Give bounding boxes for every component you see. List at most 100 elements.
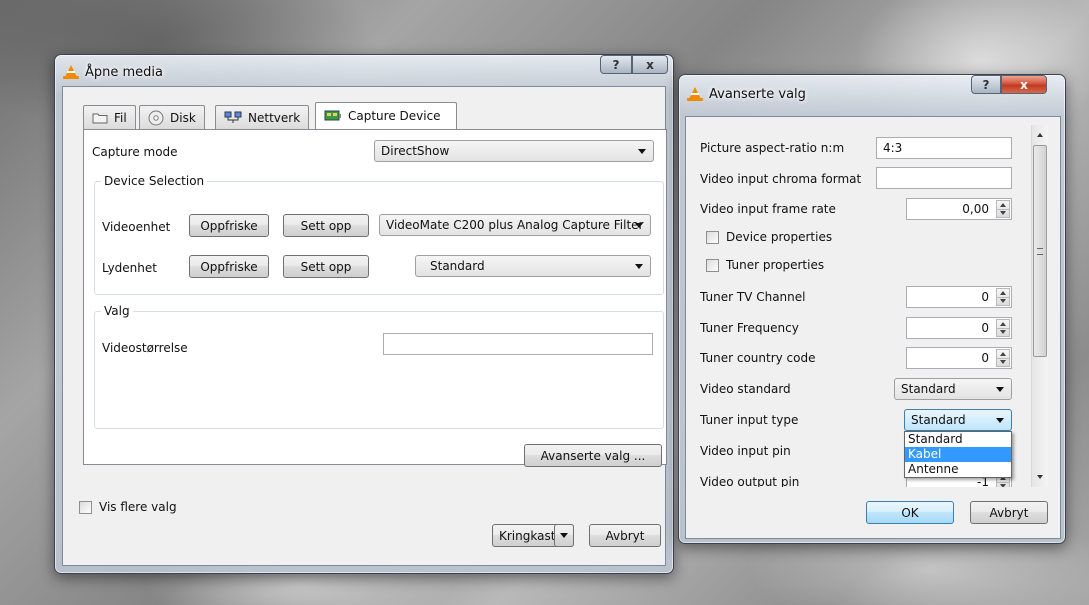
- open-media-window: Åpne media ? x Fil Disk Nettverk Capture…: [54, 54, 674, 574]
- tuner-input-type-options: Standard Kabel Antenne: [904, 431, 1012, 478]
- tv-channel-spinbox[interactable]: 0: [906, 286, 1012, 308]
- capture-mode-value: DirectShow: [381, 144, 450, 158]
- disc-icon: [148, 110, 164, 126]
- tuner-frequency-spinbox[interactable]: 0: [906, 317, 1012, 339]
- chevron-down-icon: [638, 149, 646, 154]
- chroma-format-input[interactable]: [876, 167, 1012, 189]
- chevron-down-icon: [996, 387, 1004, 392]
- video-refresh-button[interactable]: Oppfriske: [189, 214, 269, 237]
- show-more-checkbox[interactable]: Vis flere valg: [79, 500, 177, 514]
- device-properties-checkbox[interactable]: Device properties: [706, 230, 832, 244]
- open-media-client: Fil Disk Nettverk Capture Device Capture…: [62, 86, 667, 566]
- video-device-value: VideoMate C200 plus Analog Capture Filte…: [386, 218, 644, 232]
- tv-channel-value: 0: [981, 290, 989, 304]
- frame-rate-value: 0,00: [962, 202, 989, 216]
- scroll-down-arrow-icon[interactable]: [1032, 469, 1048, 485]
- checkbox-box: [706, 258, 719, 272]
- capture-tab-page: Capture mode DirectShow Device Selection…: [83, 129, 667, 467]
- advanced-cancel-button[interactable]: Avbryt: [970, 501, 1048, 524]
- tab-network-label: Nettverk: [248, 110, 301, 125]
- video-size-label: Videostørrelse: [102, 341, 188, 355]
- close-button[interactable]: x: [1001, 75, 1047, 94]
- aspect-ratio-label: Picture aspect-ratio n:m: [700, 141, 845, 155]
- options-title: Valg: [101, 304, 133, 318]
- capture-mode-select[interactable]: DirectShow: [374, 140, 654, 162]
- show-more-label: Vis flere valg: [99, 500, 177, 514]
- advanced-vertical-scrollbar[interactable]: [1031, 125, 1048, 487]
- spin-arrows-icon[interactable]: [996, 200, 1010, 218]
- scroll-up-arrow-icon[interactable]: [1032, 127, 1048, 143]
- advanced-options-window: Avanserte valg ? x Picture aspect-ratio …: [678, 74, 1066, 544]
- video-standard-label: Video standard: [700, 382, 791, 396]
- tuner-frequency-label: Tuner Frequency: [700, 321, 799, 335]
- scrollbar-thumb[interactable]: [1033, 145, 1047, 357]
- spin-arrows-icon[interactable]: [996, 288, 1010, 306]
- capture-mode-label: Capture mode: [92, 145, 178, 159]
- chevron-down-icon: [996, 418, 1004, 423]
- device-selection-group: Device Selection Videoenhet Oppfriske Se…: [94, 174, 664, 295]
- tab-file[interactable]: Fil: [83, 105, 136, 129]
- video-standard-select[interactable]: Standard: [894, 378, 1012, 400]
- video-output-pin-label: Video output pin: [700, 475, 800, 487]
- tab-disc[interactable]: Disk: [139, 105, 205, 129]
- audio-device-select[interactable]: Standard: [415, 255, 651, 277]
- audio-configure-button[interactable]: Sett opp: [283, 255, 369, 278]
- tab-file-label: Fil: [114, 110, 127, 125]
- stream-dropdown-button[interactable]: [554, 524, 574, 547]
- tab-capture-label: Capture Device: [348, 109, 441, 123]
- tuner-input-type-label: Tuner input type: [700, 413, 799, 427]
- advanced-scroll-area: Picture aspect-ratio n:m 4:3 Video input…: [694, 125, 1054, 487]
- help-button[interactable]: ?: [971, 75, 1001, 94]
- frame-rate-spinbox[interactable]: 0,00: [906, 198, 1012, 220]
- network-icon: [224, 111, 242, 125]
- advanced-window-title: Avanserte valg: [709, 86, 806, 102]
- tab-network[interactable]: Nettverk: [215, 105, 310, 129]
- chroma-format-label: Video input chroma format: [700, 172, 862, 186]
- aspect-ratio-input[interactable]: 4:3: [876, 137, 1012, 159]
- video-configure-button[interactable]: Sett opp: [283, 214, 369, 237]
- advanced-client: Picture aspect-ratio n:m 4:3 Video input…: [685, 116, 1061, 539]
- close-button[interactable]: x: [632, 55, 668, 74]
- grip-icon: [1037, 248, 1043, 255]
- device-selection-title: Device Selection: [101, 174, 208, 188]
- open-media-titlebar[interactable]: Åpne media: [63, 59, 665, 85]
- advanced-options-button[interactable]: Avanserte valg ...: [524, 444, 662, 467]
- video-standard-value: Standard: [901, 382, 956, 396]
- country-code-label: Tuner country code: [700, 351, 816, 365]
- frame-rate-label: Video input frame rate: [700, 202, 836, 216]
- video-input-pin-label: Video input pin: [700, 444, 791, 458]
- capture-card-icon: [324, 109, 342, 123]
- country-code-value: 0: [981, 351, 989, 365]
- tv-channel-label: Tuner TV Channel: [700, 290, 806, 304]
- tuner-properties-checkbox[interactable]: Tuner properties: [706, 258, 824, 272]
- vlc-cone-icon: [63, 64, 79, 80]
- cancel-button[interactable]: Avbryt: [589, 524, 661, 547]
- option-standard[interactable]: Standard: [905, 432, 1011, 447]
- tuner-properties-label: Tuner properties: [726, 258, 825, 272]
- option-antenne[interactable]: Antenne: [905, 462, 1011, 477]
- audio-device-label: Lydenhet: [102, 261, 157, 275]
- help-button[interactable]: ?: [600, 55, 632, 74]
- chevron-down-icon: [560, 533, 568, 538]
- window-title: Åpne media: [85, 64, 164, 80]
- options-group: Valg Videostørrelse: [94, 304, 664, 429]
- video-size-input[interactable]: [383, 333, 653, 355]
- device-properties-label: Device properties: [726, 230, 833, 244]
- ok-button[interactable]: OK: [866, 501, 954, 524]
- spin-arrows-icon[interactable]: [996, 319, 1010, 337]
- audio-device-value: Standard: [430, 259, 485, 273]
- tab-disc-label: Disk: [170, 110, 196, 125]
- option-kabel[interactable]: Kabel: [905, 447, 1011, 462]
- spin-arrows-icon[interactable]: [996, 349, 1010, 367]
- tuner-input-type-select[interactable]: Standard: [904, 409, 1012, 431]
- tuner-input-type-value: Standard: [911, 413, 966, 427]
- video-device-select[interactable]: VideoMate C200 plus Analog Capture Filte…: [379, 214, 651, 236]
- chevron-down-icon: [635, 264, 643, 269]
- video-device-label: Videoenhet: [102, 220, 171, 234]
- folder-icon: [92, 112, 108, 124]
- audio-refresh-button[interactable]: Oppfriske: [189, 255, 269, 278]
- country-code-spinbox[interactable]: 0: [906, 347, 1012, 369]
- tab-capture-device[interactable]: Capture Device: [315, 102, 457, 129]
- checkbox-box: [79, 500, 92, 514]
- checkbox-box: [706, 230, 719, 244]
